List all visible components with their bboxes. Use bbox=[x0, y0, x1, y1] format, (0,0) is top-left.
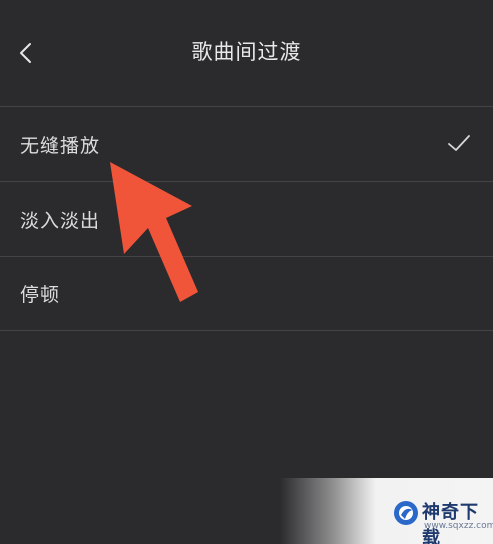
checkmark-icon bbox=[448, 135, 470, 151]
transition-settings-screen: 歌曲间过渡 无缝播放 淡入淡出 停顿 神奇下载 www.sqxzz.com bbox=[0, 0, 493, 544]
option-seamless-playback[interactable]: 无缝播放 bbox=[0, 107, 493, 182]
brand-logo-icon bbox=[394, 501, 418, 525]
option-pause[interactable]: 停顿 bbox=[0, 256, 493, 331]
watermark-url: www.sqxzz.com bbox=[424, 521, 493, 531]
option-label: 无缝播放 bbox=[20, 135, 101, 157]
top-bar: 歌曲间过渡 bbox=[0, 0, 493, 107]
page-title: 歌曲间过渡 bbox=[191, 40, 302, 64]
option-fade-in-out[interactable]: 淡入淡出 bbox=[0, 182, 493, 257]
pointer-arrow-annotation bbox=[110, 162, 198, 302]
option-label: 停顿 bbox=[20, 284, 61, 306]
option-label: 淡入淡出 bbox=[20, 210, 101, 232]
